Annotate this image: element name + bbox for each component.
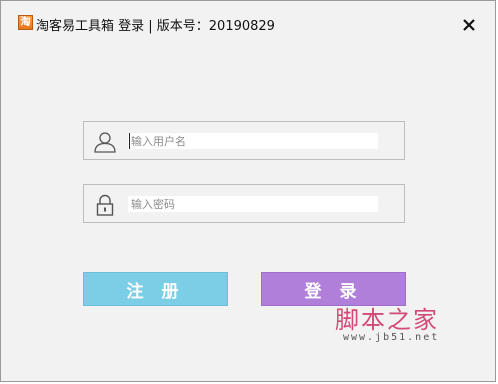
password-field[interactable] <box>83 184 405 223</box>
register-button[interactable]: 注 册 <box>83 272 228 306</box>
username-field[interactable] <box>83 121 405 160</box>
login-window: 淘 淘客易工具箱 登录 | 版本号：20190829 注 册 登 录 <box>0 0 496 382</box>
user-icon <box>94 132 116 153</box>
title-bar[interactable]: 淘 淘客易工具箱 登录 | 版本号：20190829 <box>1 1 495 41</box>
password-input[interactable] <box>128 196 378 212</box>
text-caret <box>129 133 130 149</box>
window-title: 淘客易工具箱 登录 | 版本号：20190829 <box>36 19 275 34</box>
close-icon[interactable] <box>461 17 477 33</box>
lock-icon <box>96 194 114 216</box>
username-input[interactable] <box>128 133 378 149</box>
app-icon: 淘 <box>18 15 33 30</box>
login-button[interactable]: 登 录 <box>261 272 406 306</box>
